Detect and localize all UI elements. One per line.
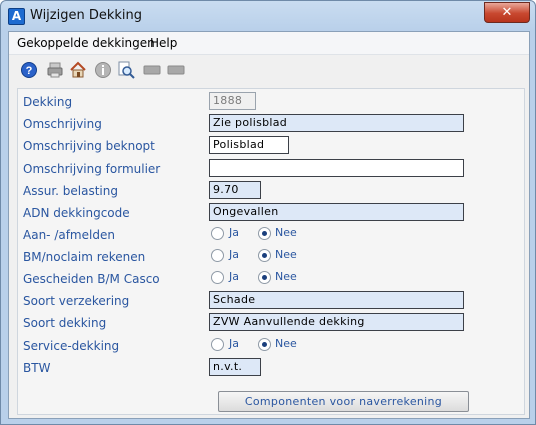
- label-gescheiden-bm: Gescheiden B/M Casco: [23, 272, 160, 286]
- label-btw: BTW: [23, 361, 51, 375]
- dekking-form: Dekking 1888 Omschrijving Zie polisblad …: [17, 88, 525, 415]
- help-icon[interactable]: ?: [20, 61, 38, 79]
- dekking-field: 1888: [209, 92, 256, 110]
- gescheiden-bm-ja-radio[interactable]: [211, 271, 224, 284]
- componenten-naverrekening-button[interactable]: Componenten voor naverrekening: [218, 391, 469, 412]
- bm-noclaim-ja-radio[interactable]: [211, 249, 224, 262]
- label-adn-dekkingcode: ADN dekkingcode: [23, 206, 130, 220]
- dialog-window: A Wijzigen Dekking ✕ Gekoppelde dekkinge…: [0, 0, 536, 425]
- menu-gekoppelde-dekkingen[interactable]: Gekoppelde dekkingen: [17, 36, 155, 50]
- btw-field[interactable]: n.v.t.: [209, 358, 261, 376]
- label-aan-afmelden: Aan- /afmelden: [23, 228, 115, 242]
- label-soort-dekking: Soort dekking: [23, 316, 107, 330]
- service-dekking-nee-radio[interactable]: [258, 338, 271, 351]
- svg-text:?: ?: [26, 65, 33, 77]
- home-icon[interactable]: [69, 61, 87, 79]
- gescheiden-bm-nee-label: Nee: [275, 270, 297, 283]
- label-assur-belasting: Assur. belasting: [23, 184, 118, 198]
- soort-dekking-field[interactable]: ZVW Aanvullende dekking: [209, 313, 464, 331]
- bm-noclaim-nee-radio[interactable]: [258, 249, 271, 262]
- title-bar[interactable]: A Wijzigen Dekking ✕: [1, 1, 535, 31]
- soort-verzekering-field[interactable]: Schade: [209, 291, 464, 309]
- close-button[interactable]: ✕: [484, 2, 530, 23]
- adn-dekkingcode-field[interactable]: Ongevallen: [209, 203, 464, 221]
- print-icon[interactable]: [46, 61, 64, 79]
- aan-afmelden-nee-radio[interactable]: [258, 227, 271, 240]
- disabled-icon-1[interactable]: [143, 61, 161, 79]
- aan-afmelden-ja-label: Ja: [229, 226, 239, 239]
- window-title: Wijzigen Dekking: [30, 8, 143, 23]
- bm-noclaim-ja-label: Ja: [229, 248, 239, 261]
- disabled-icon-2[interactable]: [167, 61, 185, 79]
- omschrijving-field[interactable]: Zie polisblad: [209, 114, 464, 132]
- aan-afmelden-ja-radio[interactable]: [211, 227, 224, 240]
- search-icon[interactable]: [117, 61, 135, 79]
- gescheiden-bm-nee-radio[interactable]: [258, 271, 271, 284]
- bm-noclaim-nee-label: Nee: [275, 248, 297, 261]
- assur-belasting-field[interactable]: 9.70: [209, 181, 261, 199]
- service-dekking-ja-label: Ja: [229, 337, 239, 350]
- service-dekking-nee-label: Nee: [275, 337, 297, 350]
- label-service-dekking: Service-dekking: [23, 339, 120, 353]
- app-icon: A: [8, 8, 25, 25]
- label-omschrijving-beknopt: Omschrijving beknopt: [23, 139, 155, 153]
- menu-bar: Gekoppelde dekkingen Help: [9, 32, 529, 55]
- aan-afmelden-nee-label: Nee: [275, 226, 297, 239]
- client-area: Gekoppelde dekkingen Help ? Dekking 1888…: [8, 31, 530, 419]
- label-omschrijving: Omschrijving: [23, 117, 102, 131]
- omschrijving-beknopt-field[interactable]: Polisblad: [209, 136, 289, 154]
- label-bm-noclaim: BM/noclaim rekenen: [23, 250, 146, 264]
- menu-help[interactable]: Help: [150, 36, 177, 50]
- gescheiden-bm-ja-label: Ja: [229, 270, 239, 283]
- toolbar: ?: [9, 55, 529, 89]
- omschrijving-formulier-field[interactable]: [209, 159, 464, 177]
- info-icon[interactable]: [94, 61, 112, 79]
- label-soort-verzekering: Soort verzekering: [23, 294, 130, 308]
- service-dekking-ja-radio[interactable]: [211, 338, 224, 351]
- label-dekking: Dekking: [23, 95, 73, 109]
- label-omschrijving-formulier: Omschrijving formulier: [23, 162, 161, 176]
